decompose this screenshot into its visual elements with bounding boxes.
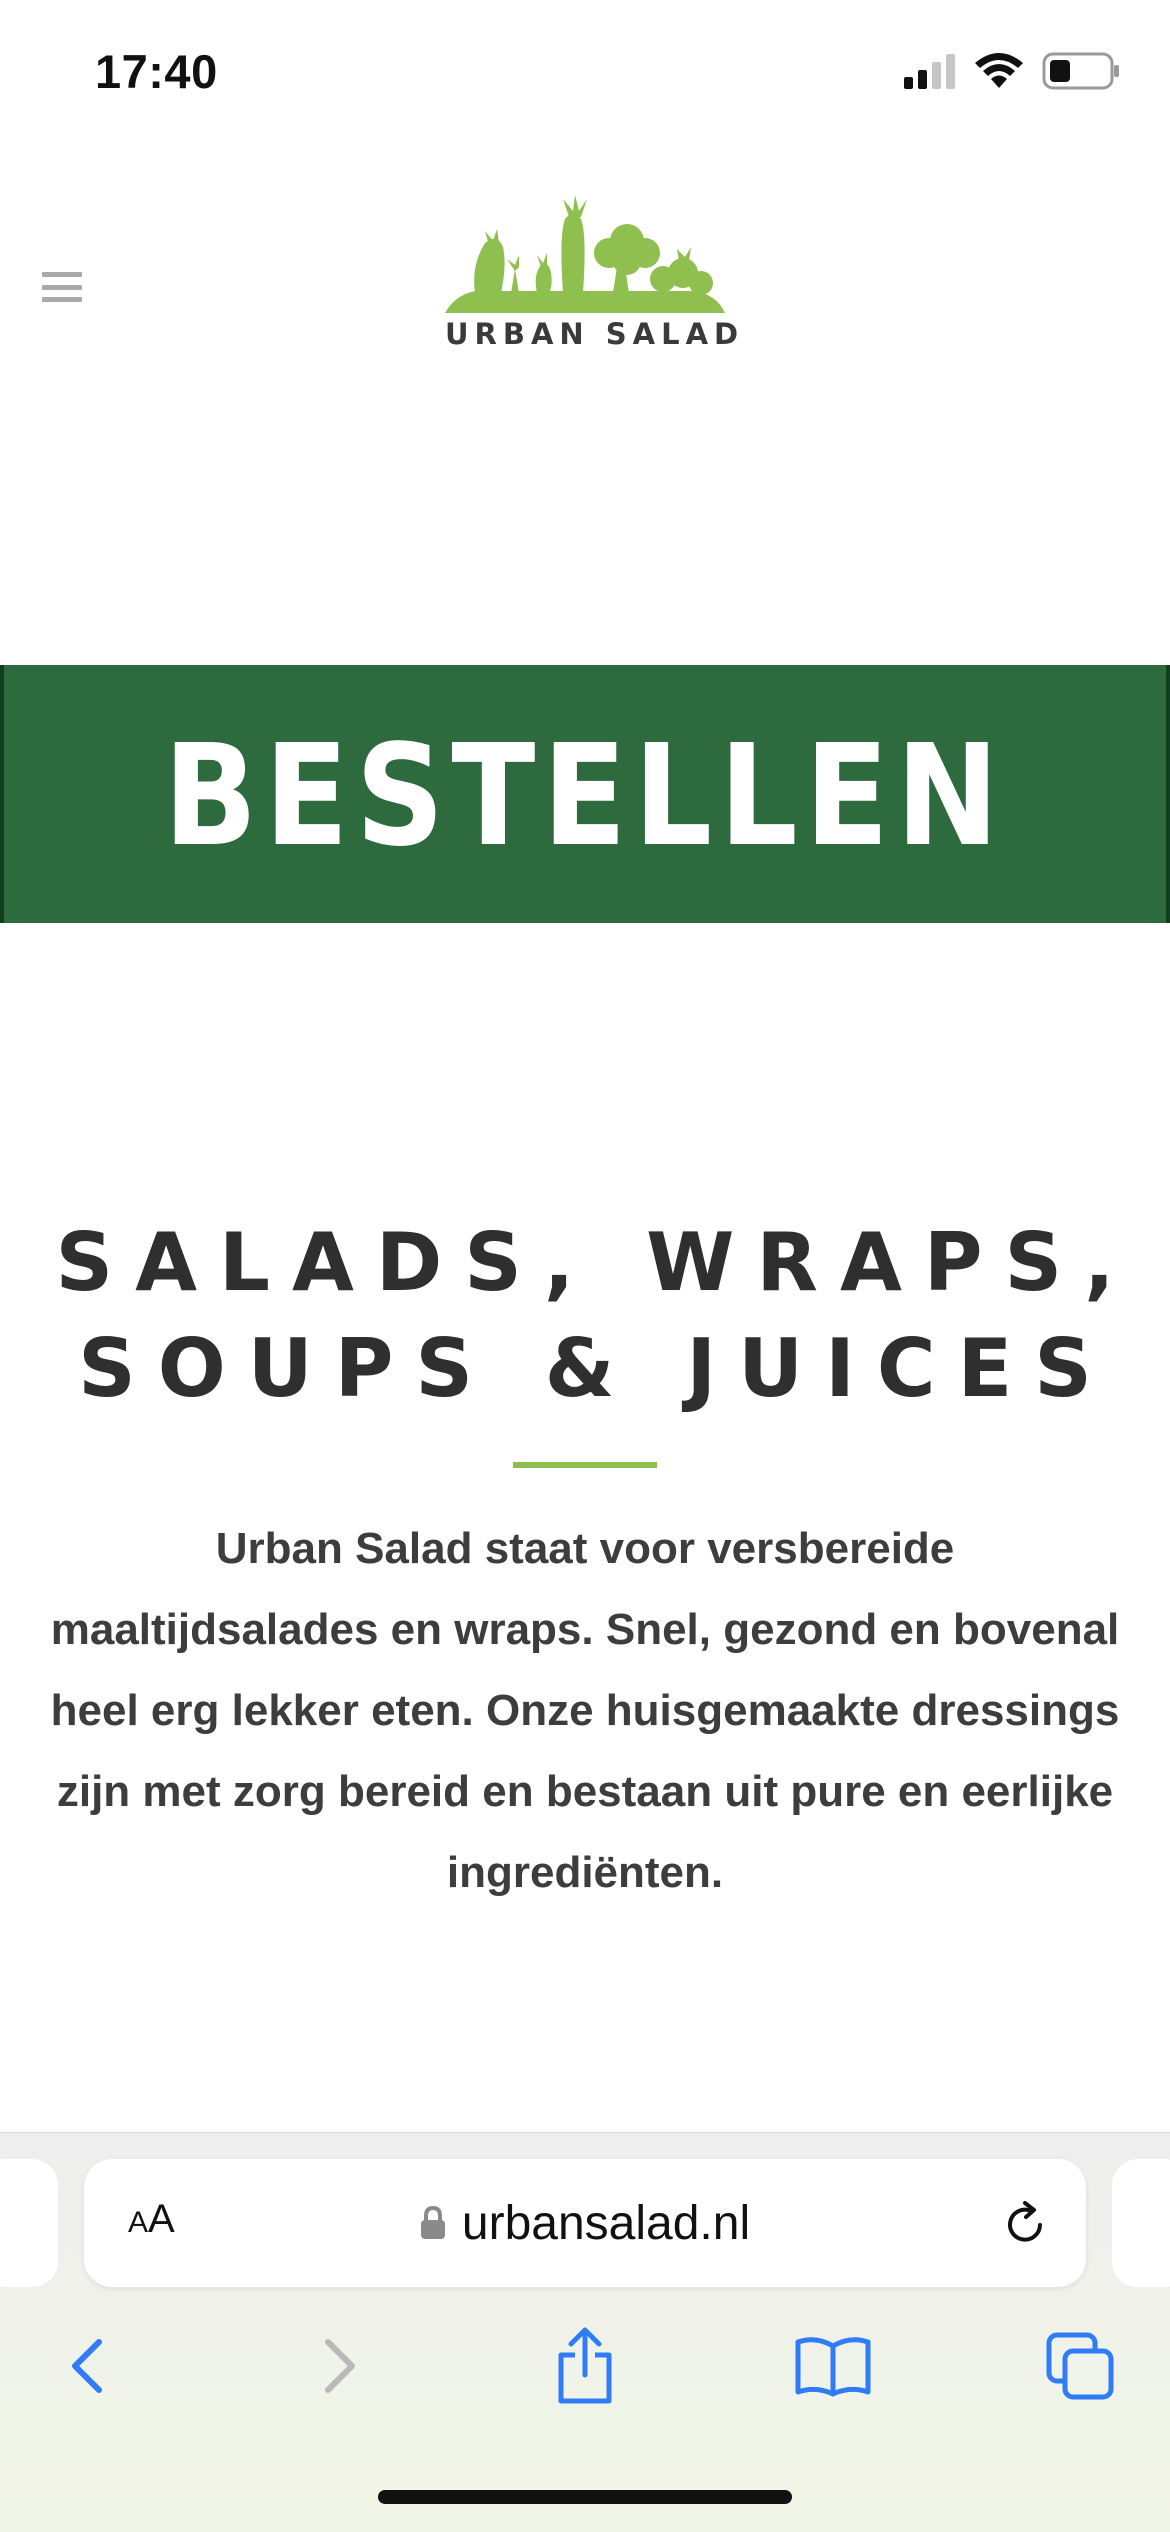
cellular-signal-icon [904, 54, 955, 89]
logo-wordmark: URBAN SALAD [445, 317, 745, 351]
bookmarks-button[interactable] [788, 2321, 878, 2411]
browser-toolbar [0, 2321, 1170, 2431]
address-bar[interactable]: AA urbansalad.nl [84, 2159, 1086, 2287]
home-indicator[interactable] [378, 2490, 792, 2504]
share-icon [558, 2327, 612, 2404]
bookmarks-icon [795, 2337, 871, 2397]
hero-divider [513, 1462, 657, 1468]
intro-line-3: heel erg lekker eten. Onze huisgemaakte … [50, 1686, 1120, 1735]
status-icons [904, 52, 1120, 90]
safari-browser-bar: AA urbansalad.nl [0, 2132, 1170, 2532]
hero-title-line-1: SALADS, WRAPS, [55, 1216, 1137, 1309]
status-time: 17:40 [95, 45, 218, 98]
intro-line-5: ingrediënten. [446, 1848, 724, 1897]
hero-intro-text: Urban Salad staat voor versbereide maalt… [0, 1508, 1170, 1913]
lock-icon [420, 2206, 445, 2239]
order-banner-button[interactable]: BESTELLEN [0, 665, 1170, 923]
previous-tab-preview[interactable] [0, 2159, 58, 2287]
intro-line-2: maaltijdsalades en wraps. Snel, gezond e… [50, 1605, 1120, 1654]
urban-salad-logo[interactable]: URBAN SALAD [445, 195, 745, 355]
battery-icon [1042, 52, 1119, 90]
wifi-icon [975, 53, 1023, 88]
hero-title: SALADS, WRAPS, SOUPS & JUICES [0, 1210, 1170, 1422]
order-banner-label: BESTELLEN [163, 715, 1007, 878]
status-bar: 17:40 [0, 0, 1170, 150]
url-display[interactable]: urbansalad.nl [84, 2159, 1086, 2287]
share-button[interactable] [540, 2321, 630, 2411]
vegetable-skyline-icon [445, 195, 725, 313]
next-tab-preview[interactable] [1112, 2159, 1170, 2287]
hero-title-line-2: SOUPS & JUICES [78, 1322, 1114, 1415]
tabs-button[interactable] [1035, 2321, 1125, 2411]
site-header: URBAN SALAD [0, 150, 1170, 380]
intro-line-4: zijn met zorg bereid en bestaan uit pure… [56, 1767, 1114, 1816]
back-button[interactable] [42, 2321, 132, 2411]
forward-button[interactable] [295, 2321, 385, 2411]
tabs-icon [1046, 2332, 1114, 2400]
reload-icon[interactable] [1000, 2199, 1050, 2249]
back-icon [72, 2339, 102, 2393]
forward-icon [325, 2339, 355, 2393]
mobile-screen: 17:40 URBAN SALAD BESTELLEN SALADS, WRAP… [0, 0, 1170, 2532]
intro-line-1: Urban Salad staat voor versbereide [215, 1524, 955, 1573]
url-text: urbansalad.nl [461, 2196, 751, 2250]
hamburger-menu-icon[interactable] [42, 272, 82, 302]
